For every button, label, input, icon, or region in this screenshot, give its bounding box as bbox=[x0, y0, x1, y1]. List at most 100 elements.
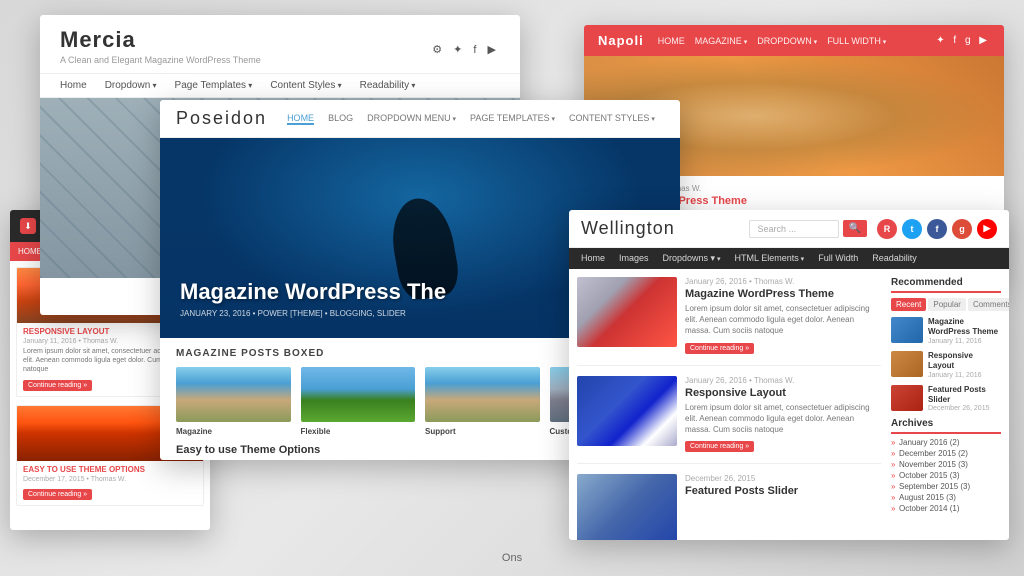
wellington-sidebar-item-date-2: January 11, 2016 bbox=[928, 372, 1001, 379]
wellington-sidebar-thumb-3 bbox=[891, 385, 923, 411]
napoli-nav-magazine[interactable]: MAGAZINE bbox=[695, 36, 747, 46]
mercia-nav-readability[interactable]: Readability bbox=[360, 80, 416, 91]
wellington-post-title-2: Responsive Layout bbox=[685, 387, 881, 399]
screenshot-container: ⬇ TORTUGA HOME MAGAZINE ▾ DROPDOWN ▾ RES… bbox=[0, 0, 1024, 576]
poseidon-post-img-3 bbox=[425, 367, 540, 422]
wellington-sidebar-info-2: Responsive Layout January 11, 2016 bbox=[928, 351, 1001, 379]
poseidon-nav-content-styles[interactable]: CONTENT STYLES bbox=[569, 113, 655, 125]
wellington-archives-title: Archives bbox=[891, 418, 1001, 434]
mercia-nav-page-templates[interactable]: Page Templates bbox=[175, 80, 253, 91]
wellington-archive-dec2015[interactable]: December 2015 (2) bbox=[891, 449, 1001, 458]
wellington-twitter-icon[interactable]: t bbox=[902, 219, 922, 239]
bottom-text: Ons bbox=[502, 552, 522, 564]
poseidon-hero-title: Magazine WordPress The bbox=[180, 279, 446, 305]
wellington-post-text-1: Lorem ipsum dolor sit amet, consectetuer… bbox=[685, 303, 881, 337]
mercia-nav-content-styles[interactable]: Content Styles bbox=[270, 80, 341, 91]
poseidon-post-img-1 bbox=[176, 367, 291, 422]
wellington-post-content-2: January 26, 2016 • Thomas W. Responsive … bbox=[685, 376, 881, 454]
wellington-tab-popular[interactable]: Popular bbox=[928, 298, 966, 311]
wellington-sidebar-title: Recommended bbox=[891, 277, 1001, 293]
wellington-continue-1[interactable]: Continue reading » bbox=[685, 343, 754, 354]
wellington-sidebar-item-date-1: January 11, 2016 bbox=[928, 338, 1001, 345]
wellington-archive-nov2015[interactable]: November 2015 (3) bbox=[891, 460, 1001, 469]
wellington-sidebar-item-date-3: December 26, 2015 bbox=[928, 405, 1001, 412]
napoli-social-icons: ✦ f g ▶ bbox=[936, 35, 990, 46]
wellington-sidebar-item-3: Featured Posts Slider December 26, 2015 bbox=[891, 385, 1001, 413]
wellington-post-title-3: Featured Posts Slider bbox=[685, 485, 881, 497]
napoli-nav-dropdown[interactable]: DROPDOWN bbox=[757, 36, 817, 46]
wellington-nav: Home Images Dropdowns ▾ HTML Elements Fu… bbox=[569, 248, 1009, 269]
wellington-youtube-icon[interactable]: ▶ bbox=[977, 219, 997, 239]
poseidon-hero-text: Magazine WordPress The JANUARY 23, 2016 … bbox=[180, 279, 446, 318]
wellington-post-content-1: January 26, 2016 • Thomas W. Magazine Wo… bbox=[685, 277, 881, 355]
poseidon-nav: HOME BLOG DROPDOWN MENU PAGE TEMPLATES C… bbox=[287, 113, 655, 125]
wellington-post-meta-3: December 26, 2015 bbox=[685, 474, 881, 483]
theme-wellington: Wellington Search ... 🔍 R t f g ▶ Home I… bbox=[569, 210, 1009, 540]
poseidon-logo: Poseidon bbox=[176, 108, 267, 129]
wellington-tab-comments[interactable]: Comments bbox=[968, 298, 1009, 311]
wellington-tab-recent[interactable]: Recent bbox=[891, 298, 926, 311]
wellington-sidebar-info-1: Magazine WordPress Theme January 11, 201… bbox=[928, 317, 1001, 345]
wellington-post-1: January 26, 2016 • Thomas W. Magazine Wo… bbox=[577, 277, 881, 366]
poseidon-nav-dropdown[interactable]: DROPDOWN MENU bbox=[367, 113, 456, 125]
poseidon-post-2: Flexible bbox=[301, 367, 416, 436]
wellington-nav-html[interactable]: HTML Elements bbox=[735, 253, 805, 264]
poseidon-header: Poseidon HOME BLOG DROPDOWN MENU PAGE TE… bbox=[160, 100, 680, 138]
wellington-nav-home[interactable]: Home bbox=[581, 253, 605, 264]
wellington-archive-aug2015[interactable]: August 2015 (3) bbox=[891, 493, 1001, 502]
wellington-continue-2[interactable]: Continue reading » bbox=[685, 441, 754, 452]
mercia-header: Mercia A Clean and Elegant Magazine Word… bbox=[40, 15, 520, 74]
wellington-facebook-icon[interactable]: f bbox=[927, 219, 947, 239]
napoli-nav-full-width[interactable]: FULL WIDTH bbox=[827, 36, 886, 46]
wellington-nav-readability[interactable]: Readability bbox=[872, 253, 917, 264]
tortuga-nav-home[interactable]: HOME bbox=[18, 247, 42, 256]
poseidon-post-3: Support bbox=[425, 367, 540, 436]
wellington-sidebar-item-title-2: Responsive Layout bbox=[928, 351, 1001, 372]
wellington-search-box[interactable]: Search ... bbox=[749, 220, 839, 238]
tortuga-post-meta-2: December 17, 2015 • Thomas W. bbox=[23, 476, 197, 483]
tortuga-icon: ⬇ bbox=[20, 218, 36, 234]
wellington-header-icons: R t f g ▶ bbox=[877, 219, 997, 239]
wellington-archive-oct2015[interactable]: October 2015 (3) bbox=[891, 471, 1001, 480]
napoli-header: Napoli HOME MAGAZINE DROPDOWN FULL WIDTH… bbox=[584, 25, 1004, 56]
wellington-main: January 26, 2016 • Thomas W. Magazine Wo… bbox=[569, 269, 1009, 540]
wellington-sidebar-thumb-2 bbox=[891, 351, 923, 377]
wellington-post-title-1: Magazine WordPress Theme bbox=[685, 288, 881, 300]
mercia-nav-dropdown[interactable]: Dropdown bbox=[105, 80, 157, 91]
wellington-header: Wellington Search ... 🔍 R t f g ▶ bbox=[569, 210, 1009, 248]
poseidon-nav-page-templates[interactable]: PAGE TEMPLATES bbox=[470, 113, 555, 125]
poseidon-nav-blog[interactable]: BLOG bbox=[328, 113, 353, 125]
tortuga-post-label-2: EASY TO USE THEME OPTIONS bbox=[23, 465, 197, 474]
wellington-archive-oct2014[interactable]: October 2014 (1) bbox=[891, 504, 1001, 513]
wellington-archive-jan2016[interactable]: January 2016 (2) bbox=[891, 438, 1001, 447]
wellington-sidebar-thumb-1 bbox=[891, 317, 923, 343]
poseidon-post-1: Magazine bbox=[176, 367, 291, 436]
tortuga-continue-1[interactable]: Continue reading » bbox=[23, 380, 92, 391]
wellington-sidebar-item-title-1: Magazine WordPress Theme bbox=[928, 317, 1001, 338]
napoli-nav-home[interactable]: HOME bbox=[658, 36, 685, 46]
wellington-nav-full-width[interactable]: Full Width bbox=[818, 253, 858, 264]
wellington-logo: Wellington bbox=[581, 218, 739, 239]
wellington-post-3: December 26, 2015 Featured Posts Slider bbox=[577, 474, 881, 540]
wellington-post-2: January 26, 2016 • Thomas W. Responsive … bbox=[577, 376, 881, 465]
mercia-nav-home[interactable]: Home bbox=[60, 80, 87, 91]
wellington-post-img-1 bbox=[577, 277, 677, 347]
wellington-rss-icon[interactable]: R bbox=[877, 219, 897, 239]
wellington-nav-images[interactable]: Images bbox=[619, 253, 649, 264]
wellington-sidebar-item-1: Magazine WordPress Theme January 11, 201… bbox=[891, 317, 1001, 345]
tortuga-post-info-2: EASY TO USE THEME OPTIONS December 17, 2… bbox=[17, 461, 203, 505]
poseidon-nav-home[interactable]: HOME bbox=[287, 113, 314, 125]
wellington-post-meta-2: January 26, 2016 • Thomas W. bbox=[685, 376, 881, 385]
poseidon-post-label-3: Support bbox=[425, 427, 540, 436]
poseidon-hero-meta: JANUARY 23, 2016 • POWER [THEME] • BLOGG… bbox=[180, 309, 446, 318]
mercia-nav: Home Dropdown Page Templates Content Sty… bbox=[40, 74, 520, 98]
napoli-logo: Napoli bbox=[598, 33, 644, 48]
poseidon-post-label-2: Flexible bbox=[301, 427, 416, 436]
tortuga-continue-2[interactable]: Continue reading » bbox=[23, 489, 92, 500]
wellington-archive-sep2015[interactable]: September 2015 (3) bbox=[891, 482, 1001, 491]
wellington-nav-dropdowns[interactable]: Dropdowns ▾ bbox=[663, 253, 721, 264]
wellington-googleplus-icon[interactable]: g bbox=[952, 219, 972, 239]
wellington-sidebar-tabs: Recent Popular Comments bbox=[891, 298, 1001, 311]
wellington-post-img-3 bbox=[577, 474, 677, 540]
wellington-search-button[interactable]: 🔍 bbox=[843, 220, 867, 237]
